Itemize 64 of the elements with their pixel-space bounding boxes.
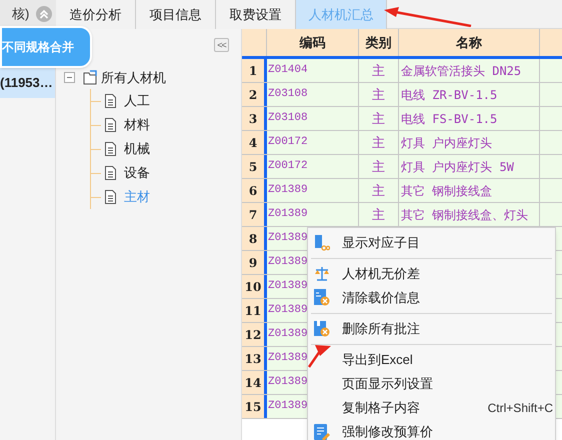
column-header[interactable]: 名称	[399, 29, 540, 56]
tab[interactable]: 项目信息	[136, 0, 216, 29]
document-icon	[105, 142, 116, 156]
table-cell: Z01389	[267, 179, 359, 202]
panel-title: 核)	[12, 5, 30, 24]
table-cell: 主	[359, 107, 399, 130]
list-item[interactable]: (11953…	[0, 68, 55, 98]
table-cell: 主	[359, 131, 399, 154]
tab[interactable]: 取费设置	[216, 0, 296, 29]
tooltip: 不同规格合并	[0, 26, 92, 68]
collapse-button[interactable]: <<	[214, 38, 229, 52]
delete-note-icon	[314, 320, 330, 338]
table-cell: Z01404	[267, 59, 359, 82]
row-number: 10	[242, 275, 267, 298]
column-header[interactable]: 编码	[267, 29, 359, 56]
folder-icon	[83, 70, 97, 85]
table-cell: 主	[359, 179, 399, 202]
table-cell: 灯具 户内座灯头	[399, 131, 540, 154]
tree-item[interactable]: 所有人材机	[101, 68, 166, 88]
arrow-annotation	[307, 345, 332, 369]
table-cell: 其它 钢制接线盒	[399, 179, 540, 202]
table-cell: Z03108	[267, 107, 359, 130]
row-number: 14	[242, 371, 267, 394]
row-number: 2	[242, 83, 267, 106]
row-number: 6	[242, 179, 267, 202]
table-cell: 电线 FS-BV-1.5	[399, 107, 540, 130]
row-number: 15	[242, 395, 267, 418]
expander-icon[interactable]	[64, 72, 75, 83]
table-cell: Z01389	[267, 203, 359, 226]
row-number: 11	[242, 299, 267, 322]
document-icon	[105, 94, 116, 108]
menu-item[interactable]: 强制修改预算价	[308, 420, 555, 440]
table-cell: 主	[359, 59, 399, 82]
table-cell: 其它 钢制接线盒、灯头	[399, 203, 540, 226]
table-cell: 主	[359, 83, 399, 106]
row-number: 9	[242, 251, 267, 274]
document-link-icon	[314, 235, 330, 251]
tree-item[interactable]: 人工	[124, 91, 150, 111]
row-number: 1	[242, 59, 267, 82]
scale-icon	[314, 266, 330, 282]
row-number: 8	[242, 227, 267, 250]
table-cell: 主	[359, 155, 399, 178]
shortcut-text: Ctrl+Shift+C	[488, 400, 553, 417]
tree-item[interactable]: 机械	[124, 139, 150, 159]
table-cell: Z00172	[267, 131, 359, 154]
clear-icon	[314, 289, 330, 307]
tree-item[interactable]: 设备	[124, 163, 150, 183]
row-number: 3	[242, 107, 267, 130]
row-number: 4	[242, 131, 267, 154]
document-icon	[105, 166, 116, 180]
row-number: 12	[242, 323, 267, 346]
table-cell: Z00172	[267, 155, 359, 178]
table-cell: Z03108	[267, 83, 359, 106]
table-cell: 金属软管活接头 DN25	[399, 59, 540, 82]
row-number: 7	[242, 203, 267, 226]
table-cell: 灯具 户内座灯头 5W	[399, 155, 540, 178]
row-number: 13	[242, 347, 267, 370]
document-icon	[105, 118, 116, 132]
column-header[interactable]: 类别	[359, 29, 399, 56]
table-cell: 电线 ZR-BV-1.5	[399, 83, 540, 106]
document-icon	[105, 190, 116, 204]
table-cell: 主	[359, 203, 399, 226]
tree-item[interactable]: 材料	[124, 115, 150, 135]
row-number: 5	[242, 155, 267, 178]
